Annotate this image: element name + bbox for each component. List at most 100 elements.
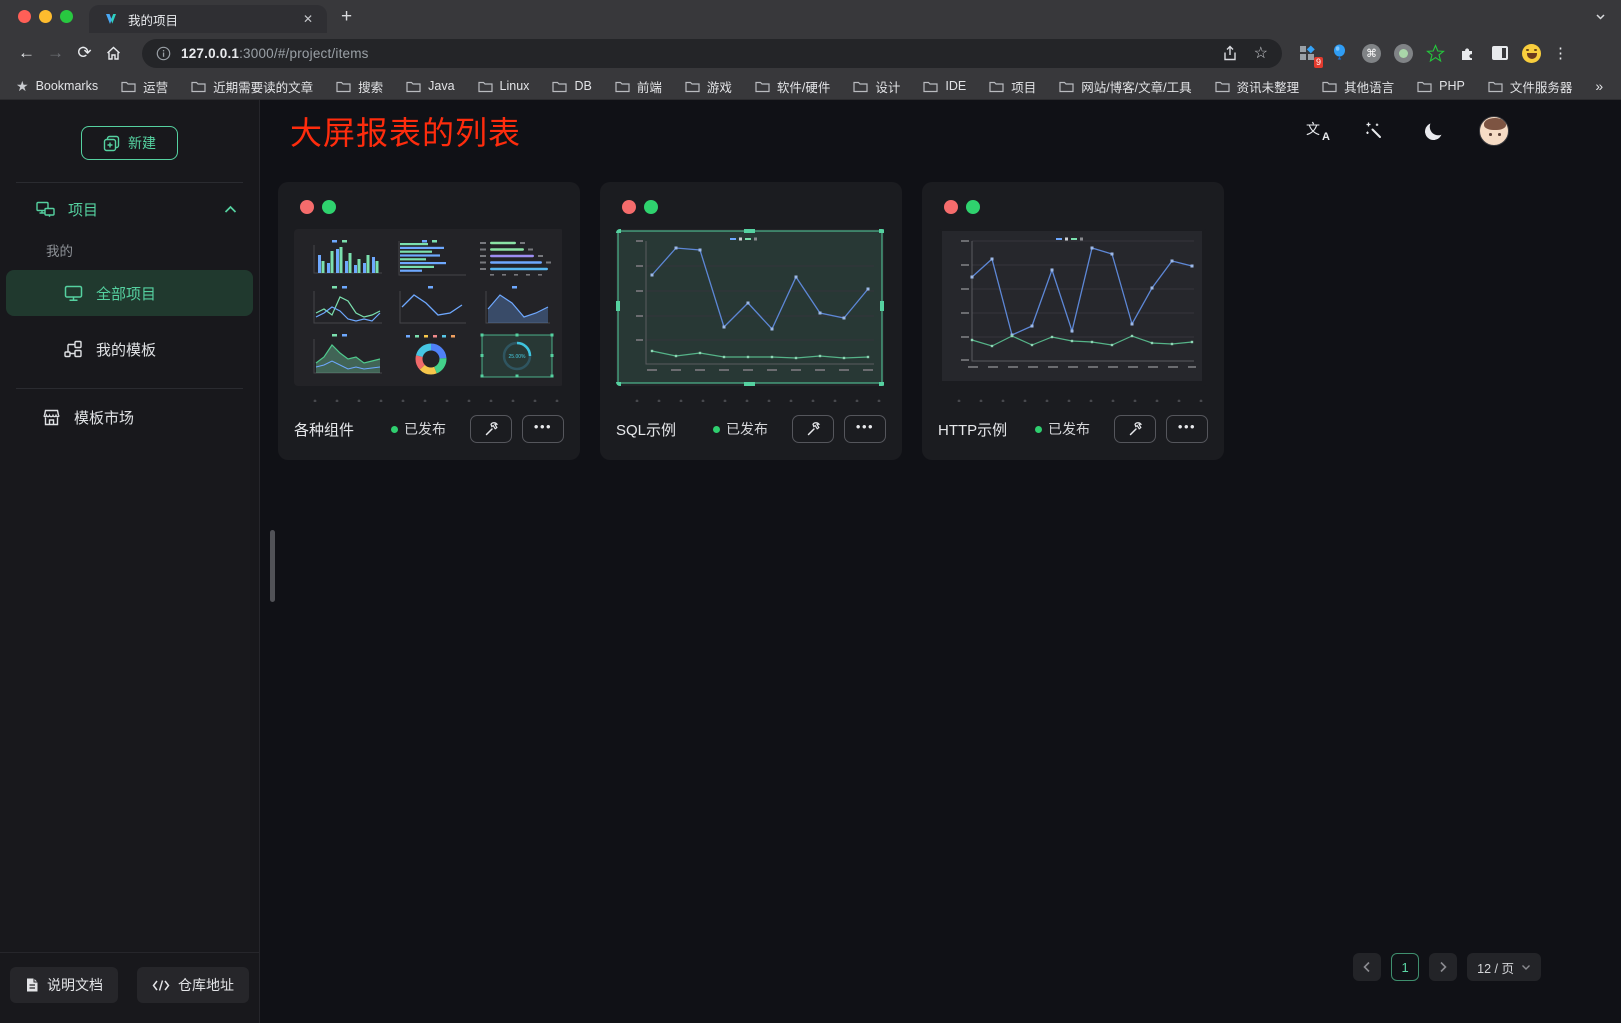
edit-project-button[interactable] bbox=[470, 415, 512, 443]
command-extension-icon[interactable]: ⌘ bbox=[1360, 42, 1383, 65]
url-text: 127.0.0.1:3000/#/project/items bbox=[181, 46, 369, 61]
more-actions-button[interactable]: ••• bbox=[844, 415, 886, 443]
bookmark-folder[interactable]: PHP bbox=[1417, 79, 1465, 93]
bookmark-folder[interactable]: Linux bbox=[478, 79, 530, 93]
more-actions-button[interactable]: ••• bbox=[1166, 415, 1208, 443]
gauge-value-text: 25.00% bbox=[509, 354, 527, 360]
bookmark-folder[interactable]: DB bbox=[552, 79, 591, 93]
bookmarks-root[interactable]: ★ Bookmarks bbox=[16, 78, 98, 95]
bookmark-folder[interactable]: IDE bbox=[923, 79, 966, 93]
page-size-select[interactable]: 12 / 页 bbox=[1467, 953, 1541, 981]
close-window-button[interactable] bbox=[18, 10, 31, 23]
hammer-icon bbox=[1127, 421, 1144, 437]
recorder-extension-icon[interactable] bbox=[1392, 42, 1415, 65]
bookmark-folder[interactable]: 资讯未整理 bbox=[1215, 77, 1300, 96]
status-label: 已发布 bbox=[404, 419, 446, 439]
template-flow-icon bbox=[64, 340, 83, 358]
bookmark-folder[interactable]: 游戏 bbox=[685, 77, 732, 96]
document-icon bbox=[25, 977, 39, 993]
bookmark-folder[interactable]: 近期需要读的文章 bbox=[191, 77, 313, 96]
prev-page-button[interactable] bbox=[1353, 953, 1381, 981]
docs-button[interactable]: 说明文档 bbox=[10, 967, 118, 1003]
sidebar-group-label: 项目 bbox=[68, 199, 98, 220]
card-window-dots bbox=[616, 200, 886, 214]
new-tab-button[interactable]: + bbox=[341, 7, 352, 26]
bookmark-folder[interactable]: Java bbox=[406, 79, 454, 93]
browser-tab[interactable]: 我的项目 ✕ bbox=[89, 5, 327, 33]
user-avatar[interactable] bbox=[1479, 116, 1509, 146]
card-preview-thumbnail[interactable] bbox=[616, 229, 886, 386]
tab-close-icon[interactable]: ✕ bbox=[299, 10, 317, 28]
bookmark-folder[interactable]: 搜索 bbox=[336, 77, 383, 96]
http-line-chart-thumbnail bbox=[938, 229, 1206, 386]
sidebar-item-template-market[interactable]: 模板市场 bbox=[6, 397, 253, 437]
puzzle-extensions-button[interactable] bbox=[1456, 42, 1479, 65]
share-icon[interactable] bbox=[1222, 45, 1238, 62]
bookmark-label: 运营 bbox=[143, 77, 168, 96]
bookmark-folder[interactable]: 运营 bbox=[121, 77, 168, 96]
bookmarks-overflow-button[interactable]: » bbox=[1595, 78, 1603, 94]
card-window-dots bbox=[294, 200, 564, 214]
forward-button[interactable]: → bbox=[41, 39, 70, 68]
profile-avatar-button[interactable] bbox=[1520, 42, 1543, 65]
bookmark-folder[interactable]: 网站/博客/文章/工具 bbox=[1059, 77, 1191, 96]
repository-button[interactable]: 仓库地址 bbox=[137, 967, 249, 1003]
home-icon bbox=[105, 45, 122, 62]
browser-menu-button[interactable]: ⋮ bbox=[1553, 44, 1568, 62]
star-extension-icon[interactable] bbox=[1424, 42, 1447, 65]
chevron-up-icon[interactable] bbox=[224, 205, 237, 214]
card-preview-thumbnail[interactable] bbox=[938, 229, 1208, 386]
reload-button[interactable]: ⟳ bbox=[70, 39, 99, 68]
bookmark-folder[interactable]: 项目 bbox=[989, 77, 1036, 96]
card-preview-thumbnail[interactable]: 25.00% bbox=[294, 229, 564, 386]
bookmark-folder[interactable]: 设计 bbox=[853, 77, 900, 96]
address-bar[interactable]: 127.0.0.1:3000/#/project/items ☆ bbox=[142, 39, 1282, 68]
minimize-window-button[interactable] bbox=[39, 10, 52, 23]
project-card-http[interactable]: HTTP示例 已发布 ••• bbox=[922, 182, 1224, 460]
grid-extension-icon[interactable]: 9 bbox=[1296, 42, 1319, 65]
current-page[interactable]: 1 bbox=[1391, 953, 1419, 981]
back-button[interactable]: ← bbox=[12, 39, 41, 68]
avatar-hair bbox=[1484, 118, 1506, 130]
project-card-components[interactable]: 25.00% 各种组件 已发布 bbox=[278, 182, 580, 460]
bookmark-folder[interactable]: 软件/硬件 bbox=[755, 77, 830, 96]
scrollbar-thumb[interactable] bbox=[270, 530, 275, 602]
bookmark-star-icon[interactable]: ☆ bbox=[1254, 43, 1268, 63]
new-project-button[interactable]: 新建 bbox=[81, 126, 178, 160]
bookmark-label: 网站/博客/文章/工具 bbox=[1081, 77, 1191, 96]
bookmark-folder[interactable]: 文件服务器 bbox=[1488, 77, 1573, 96]
chevron-left-icon bbox=[1362, 961, 1372, 973]
side-panel-button[interactable] bbox=[1488, 42, 1511, 65]
sidebar-group-projects[interactable]: 项目 bbox=[36, 199, 237, 220]
edit-project-button[interactable] bbox=[1114, 415, 1156, 443]
hammer-icon bbox=[805, 421, 822, 437]
folder-icon bbox=[478, 80, 493, 93]
bookmark-folder[interactable]: 其他语言 bbox=[1322, 77, 1394, 96]
project-card-sql[interactable]: SQL示例 已发布 ••• bbox=[600, 182, 902, 460]
side-panel-icon bbox=[1492, 46, 1508, 60]
bookmarks-root-label: Bookmarks bbox=[36, 79, 99, 93]
dotted-separator bbox=[942, 398, 1204, 402]
sidebar-item-my-templates[interactable]: 我的模板 bbox=[6, 326, 253, 372]
hammer-icon bbox=[483, 421, 500, 437]
edit-project-button[interactable] bbox=[792, 415, 834, 443]
repository-button-label: 仓库地址 bbox=[178, 975, 234, 995]
tab-title: 我的项目 bbox=[128, 10, 299, 29]
balloon-extension-icon[interactable] bbox=[1328, 42, 1351, 65]
tab-search-chevron-icon[interactable] bbox=[1594, 10, 1607, 23]
bookmark-folder[interactable]: 前端 bbox=[615, 77, 662, 96]
sidebar-item-all-projects[interactable]: 全部项目 bbox=[6, 270, 253, 316]
home-button[interactable] bbox=[99, 39, 128, 68]
dark-mode-toggle[interactable] bbox=[1420, 123, 1446, 140]
bookmark-label: Java bbox=[428, 79, 454, 93]
next-page-button[interactable] bbox=[1429, 953, 1457, 981]
site-info-icon[interactable] bbox=[156, 46, 171, 61]
status-dot bbox=[1035, 426, 1042, 433]
maximize-window-button[interactable] bbox=[60, 10, 73, 23]
more-actions-button[interactable]: ••• bbox=[522, 415, 564, 443]
bookmark-label: 其他语言 bbox=[1344, 77, 1394, 96]
bookmark-label: 游戏 bbox=[707, 77, 732, 96]
magic-wand-button[interactable] bbox=[1361, 121, 1387, 141]
language-toggle-button[interactable]: 文 A bbox=[1306, 121, 1328, 141]
card-footer: HTTP示例 已发布 ••• bbox=[938, 415, 1208, 443]
